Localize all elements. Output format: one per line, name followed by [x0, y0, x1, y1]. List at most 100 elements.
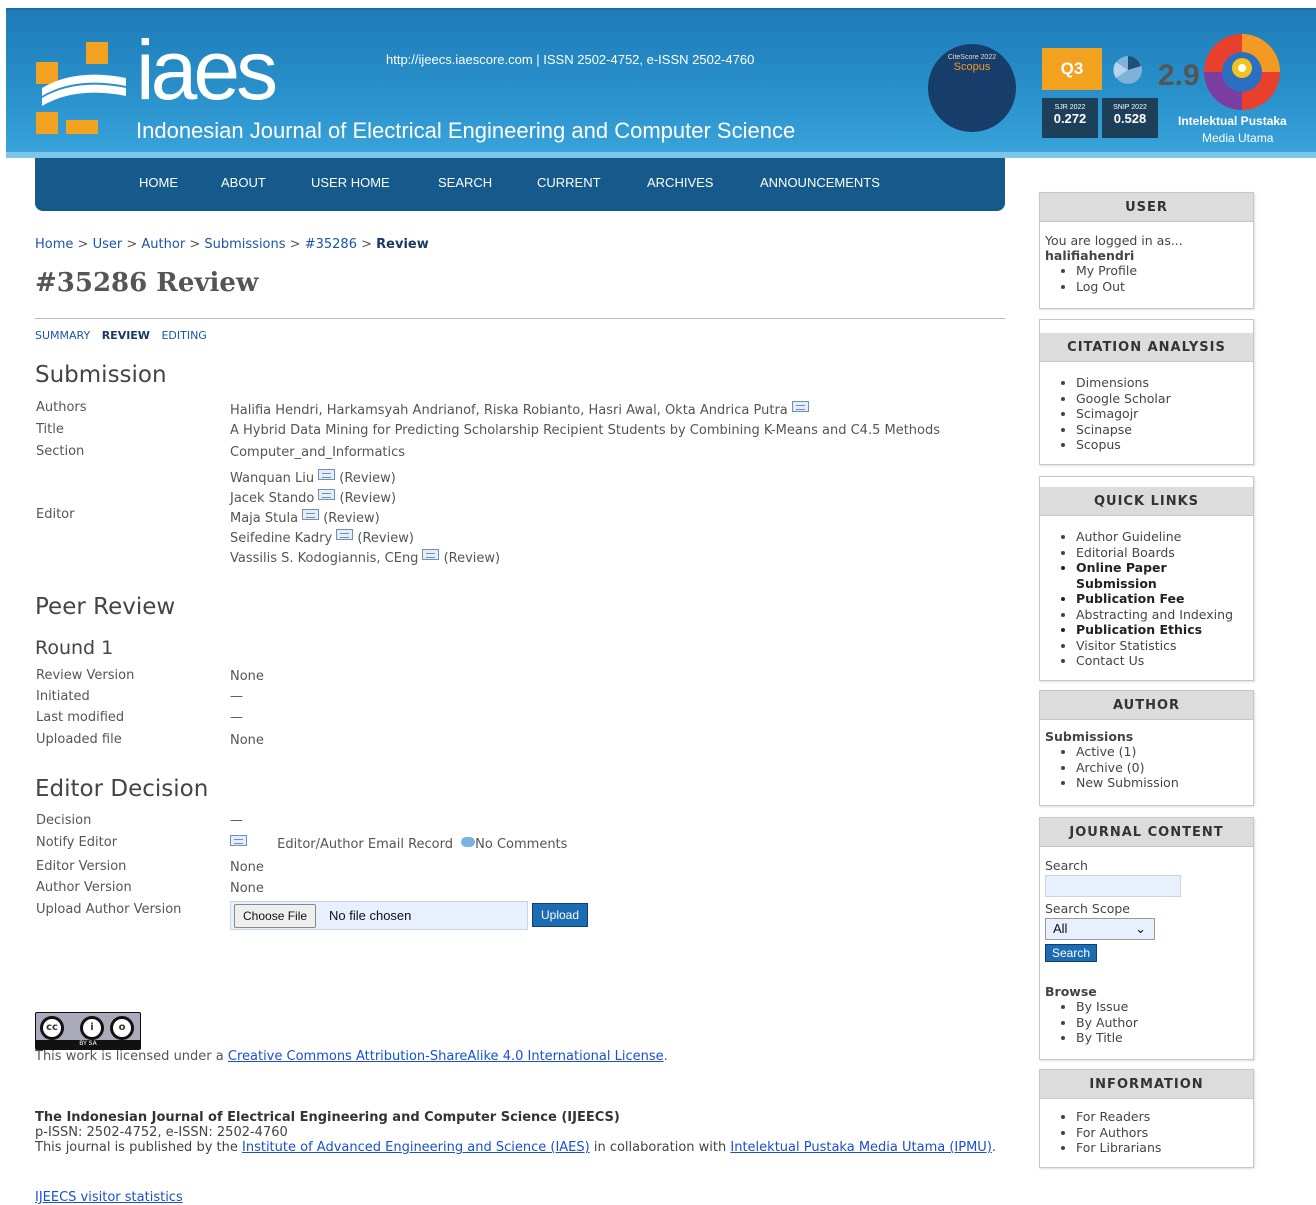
- snip-metric: SNIP 2022 0.528: [1102, 98, 1158, 138]
- browse-link[interactable]: By Author: [1076, 1015, 1248, 1031]
- user-links: My Profile Log Out: [1045, 263, 1248, 294]
- journal-content-block: JOURNAL CONTENT Search Search Scope All …: [1039, 817, 1254, 1060]
- ipmu-link[interactable]: Intelektual Pustaka Media Utama (IPMU): [730, 1140, 992, 1155]
- info-link[interactable]: For Authors: [1076, 1125, 1248, 1141]
- nav-search[interactable]: SEARCH: [438, 175, 492, 190]
- breadcrumb-sep: >: [361, 237, 373, 252]
- new-submission-link[interactable]: New Submission: [1076, 775, 1248, 791]
- quick-link[interactable]: Abstracting and Indexing: [1076, 607, 1248, 623]
- nav-archives[interactable]: ARCHIVES: [647, 175, 713, 190]
- editor-name: Wanquan Liu: [230, 471, 315, 486]
- iaes-link[interactable]: Institute of Advanced Engineering and Sc…: [242, 1140, 590, 1155]
- decision-value: —: [230, 813, 243, 828]
- sidebar-search-input[interactable]: [1045, 875, 1181, 897]
- quick-link[interactable]: Publication Fee: [1076, 591, 1248, 607]
- footer-journal-title: The Indonesian Journal of Electrical Eng…: [35, 1110, 620, 1125]
- quick-link[interactable]: Publication Ethics: [1076, 622, 1248, 638]
- email-authors-icon[interactable]: [791, 401, 809, 412]
- journal-name: Indonesian Journal of Electrical Enginee…: [136, 118, 796, 143]
- nav-about[interactable]: ABOUT: [221, 175, 266, 190]
- published-suffix: .: [991, 1140, 997, 1155]
- quick-link[interactable]: Contact Us: [1076, 653, 1248, 669]
- editor-name: Maja Stula: [230, 511, 299, 526]
- nav-home[interactable]: HOME: [139, 175, 178, 190]
- citescore-badge[interactable]: CiteScore 2022 2.9 Scopus: [928, 44, 1200, 132]
- nav-current[interactable]: CURRENT: [537, 175, 601, 190]
- info-link[interactable]: For Librarians: [1076, 1140, 1248, 1156]
- cc-license-badge[interactable]: cc i o BY SA: [35, 1012, 141, 1050]
- sidebar-search-button[interactable]: Search: [1045, 944, 1098, 962]
- tab-summary[interactable]: SUMMARY: [35, 329, 90, 342]
- nav-user-home[interactable]: USER HOME: [311, 175, 390, 190]
- citation-link[interactable]: Dimensions: [1076, 375, 1248, 391]
- tab-editing[interactable]: EDITING: [161, 329, 206, 342]
- quick-link[interactable]: Visitor Statistics: [1076, 638, 1248, 654]
- my-profile-link[interactable]: My Profile: [1076, 263, 1248, 279]
- editor-row: Wanquan Liu (Review): [230, 469, 396, 486]
- breadcrumb-author[interactable]: Author: [141, 237, 185, 252]
- site-header: iaes http://ijeecs.iaescore.com | ISSN 2…: [6, 8, 1316, 158]
- comment-bubble-icon[interactable]: [461, 837, 476, 847]
- citation-link[interactable]: Google Scholar: [1076, 391, 1248, 407]
- quick-link[interactable]: Author Guideline: [1076, 529, 1248, 545]
- review-version-label: Review Version: [36, 668, 135, 683]
- citation-link[interactable]: Scopus: [1076, 437, 1248, 453]
- chevron-down-icon: ⌄: [1135, 921, 1146, 936]
- breadcrumb-submissions[interactable]: Submissions: [204, 237, 285, 252]
- citescore-value: 2.9: [1158, 59, 1200, 92]
- browse-link[interactable]: By Title: [1076, 1030, 1248, 1046]
- citation-link[interactable]: Scimagojr: [1076, 406, 1248, 422]
- editor-version-label: Editor Version: [36, 859, 127, 874]
- search-scope-select[interactable]: All ⌄: [1045, 918, 1155, 940]
- email-editor-icon[interactable]: [318, 489, 336, 500]
- title-label: Title: [36, 422, 64, 437]
- editor-name: Jacek Stando: [230, 491, 315, 506]
- log-out-link[interactable]: Log Out: [1076, 279, 1248, 295]
- notify-editor-mail-icon[interactable]: [230, 835, 247, 846]
- breadcrumb-home[interactable]: Home: [35, 237, 73, 252]
- email-record-link[interactable]: Editor/Author Email Record: [277, 837, 453, 852]
- editor-row: Maja Stula (Review): [230, 509, 380, 526]
- upload-button[interactable]: Upload: [532, 903, 589, 927]
- license-link[interactable]: Creative Commons Attribution-ShareAlike …: [228, 1049, 664, 1064]
- editor-label: Editor: [36, 507, 75, 522]
- quick-link[interactable]: Editorial Boards: [1076, 545, 1248, 561]
- email-editor-icon[interactable]: [336, 529, 354, 540]
- archive-link[interactable]: Archive (0): [1076, 760, 1248, 776]
- nav-announcements[interactable]: ANNOUNCEMENTS: [760, 175, 880, 190]
- author-links: Active (1) Archive (0) New Submission: [1045, 744, 1248, 791]
- breadcrumb-user[interactable]: User: [93, 237, 123, 252]
- title-value: A Hybrid Data Mining for Predicting Scho…: [230, 423, 941, 438]
- iaes-logo-text: iaes: [136, 23, 278, 117]
- authors-list: Halifia Hendri, Harkamsyah Andrianof, Ri…: [230, 403, 788, 418]
- quick-link[interactable]: Online Paper Submission: [1076, 560, 1248, 591]
- footer-published-by: This journal is published by the Institu…: [35, 1140, 1005, 1155]
- citation-link[interactable]: Scinapse: [1076, 422, 1248, 438]
- active-link[interactable]: Active (1): [1076, 744, 1248, 760]
- submissions-label: Submissions: [1045, 729, 1134, 744]
- email-editor-icon[interactable]: [422, 549, 440, 560]
- logged-in-text: You are logged in as...: [1045, 233, 1183, 248]
- breadcrumb-current[interactable]: Review: [376, 237, 429, 252]
- initiated-value: —: [230, 689, 243, 704]
- breadcrumb-submission-id[interactable]: #35286: [305, 237, 357, 252]
- browse-links: By Issue By Author By Title: [1045, 999, 1248, 1046]
- info-link[interactable]: For Readers: [1076, 1109, 1248, 1125]
- author-version-label: Author Version: [36, 880, 132, 895]
- visitor-stats-link[interactable]: IJEECS visitor statistics: [35, 1190, 183, 1205]
- email-editor-icon[interactable]: [302, 509, 320, 520]
- choose-file-button[interactable]: Choose File: [234, 904, 317, 928]
- sjr-widget[interactable]: Q3 SJR 2022 0.272 SNIP 2022 0.528: [1042, 48, 1162, 138]
- author-version-value: None: [230, 881, 264, 896]
- information-links: For Readers For Authors For Librarians: [1045, 1109, 1248, 1156]
- main-nav: HOME ABOUT USER HOME SEARCH CURRENT ARCH…: [35, 158, 1005, 211]
- browse-link[interactable]: By Issue: [1076, 999, 1248, 1015]
- email-editor-icon[interactable]: [318, 469, 336, 480]
- citescore-source: Scopus: [953, 61, 991, 73]
- user-block-body: You are logged in as... halifiahendri My…: [1040, 222, 1253, 302]
- tab-review[interactable]: REVIEW: [102, 329, 150, 342]
- published-prefix: This journal is published by the: [35, 1140, 242, 1155]
- title-divider: [35, 318, 1005, 319]
- cc-icon: cc: [40, 1016, 64, 1040]
- file-input[interactable]: Choose File No file chosen: [230, 901, 528, 930]
